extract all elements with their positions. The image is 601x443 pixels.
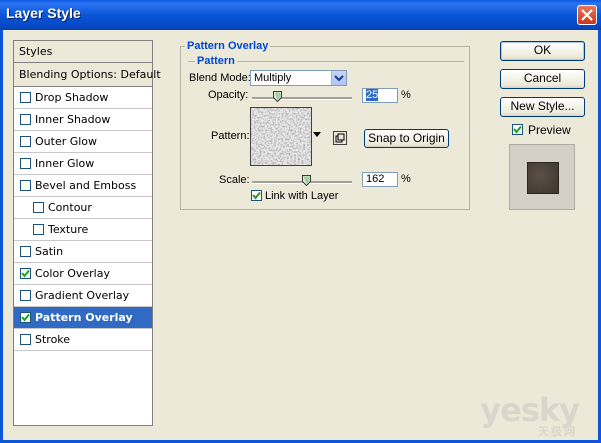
opacity-slider-thumb[interactable] [272,91,282,102]
style-item-stroke[interactable]: Stroke [14,329,152,351]
scale-value: 162 [366,173,385,185]
preview-swatch [527,162,559,194]
opacity-label: Opacity: [208,89,249,101]
opacity-value: 25 [366,89,379,101]
pattern-subgroup-title: Pattern [195,55,237,67]
style-item-checkbox[interactable] [20,290,31,301]
style-item-checkbox[interactable] [20,92,31,103]
snap-to-origin-label: Snap to Origin [368,131,445,145]
style-item-outer-glow[interactable]: Outer Glow [14,131,152,153]
style-item-contour[interactable]: Contour [14,197,152,219]
style-item-drop-shadow[interactable]: Drop Shadow [14,87,152,109]
scale-unit: % [401,173,411,185]
style-preview [509,144,575,210]
checkmark-icon [21,269,30,278]
style-item-label: Texture [48,223,89,236]
style-item-label: Pattern Overlay [35,311,133,324]
style-item-label: Stroke [35,333,71,346]
new-preset-icon [335,133,345,143]
close-icon [581,9,593,21]
chevron-down-icon[interactable] [331,71,346,85]
pattern-preview [251,108,311,165]
style-item-checkbox[interactable] [20,136,31,147]
style-item-checkbox[interactable] [33,202,44,213]
style-item-checkbox[interactable] [20,246,31,257]
blending-options-label: Blending Options: Default [19,68,161,81]
opacity-input[interactable]: 25 [362,88,398,103]
style-item-checkbox[interactable] [20,334,31,345]
blending-options-item[interactable]: Blending Options: Default [14,63,161,87]
watermark-sub: 天极网 [538,425,577,438]
style-item-checkbox[interactable] [20,158,31,169]
style-item-bevel-and-emboss[interactable]: Bevel and Emboss [14,175,152,197]
preview-checkbox[interactable] [512,124,523,135]
blend-mode-select[interactable]: Multiply [250,70,347,86]
style-item-pattern-overlay[interactable]: Pattern Overlay [14,307,152,329]
link-with-layer-label: Link with Layer [265,190,339,202]
title-bar[interactable]: Layer Style [0,0,601,30]
styles-header[interactable]: Styles [14,41,152,63]
new-style-label: New Style... [510,99,575,113]
style-item-label: Contour [48,201,92,214]
style-item-checkbox[interactable] [20,114,31,125]
style-item-inner-glow[interactable]: Inner Glow [14,153,152,175]
scale-input[interactable]: 162 [362,172,398,187]
style-item-satin[interactable]: Satin [14,241,152,263]
checkmark-icon [21,313,30,322]
snap-to-origin-button[interactable]: Snap to Origin [364,129,449,148]
style-item-label: Inner Shadow [35,113,111,126]
new-preset-button[interactable] [333,131,347,145]
style-item-label: Inner Glow [35,157,95,170]
pattern-label: Pattern: [211,130,250,142]
style-item-checkbox[interactable] [20,268,31,279]
style-item-label: Outer Glow [35,135,98,148]
style-item-checkbox[interactable] [33,224,44,235]
ok-button[interactable]: OK [500,41,585,61]
pattern-swatch[interactable] [250,107,312,166]
style-item-label: Bevel and Emboss [35,179,137,192]
style-item-label: Color Overlay [35,267,110,280]
pattern-overlay-title: Pattern Overlay [185,40,271,52]
scale-slider-thumb[interactable] [302,175,311,186]
cancel-button[interactable]: Cancel [500,69,585,89]
style-item-label: Gradient Overlay [35,289,130,302]
ok-label: OK [533,43,552,57]
style-item-label: Drop Shadow [35,91,109,104]
style-item-color-overlay[interactable]: Color Overlay [14,263,152,285]
window-title: Layer Style [6,5,81,21]
checkmark-icon [513,125,522,134]
styles-header-label: Styles [19,45,53,58]
preview-label: Preview [528,123,571,137]
style-item-gradient-overlay[interactable]: Gradient Overlay [14,285,152,307]
blend-mode-value: Multiply [254,72,292,84]
pattern-picker-arrow-icon[interactable] [313,132,321,138]
style-item-checkbox[interactable] [20,312,31,323]
opacity-slider[interactable] [252,97,352,100]
style-item-label: Satin [35,245,64,258]
checkmark-icon [252,191,261,200]
style-item-texture[interactable]: Texture [14,219,152,241]
scale-label: Scale: [219,174,250,186]
close-button[interactable] [577,5,597,25]
style-item-checkbox[interactable] [20,180,31,191]
opacity-unit: % [401,89,411,101]
blend-mode-label: Blend Mode: [189,72,251,84]
styles-list: Styles Blending Options: Default Drop Sh… [13,40,161,426]
cancel-label: Cancel [523,71,562,85]
style-item-inner-shadow[interactable]: Inner Shadow [14,109,152,131]
link-with-layer-checkbox[interactable] [251,190,262,201]
new-style-button[interactable]: New Style... [500,97,585,117]
